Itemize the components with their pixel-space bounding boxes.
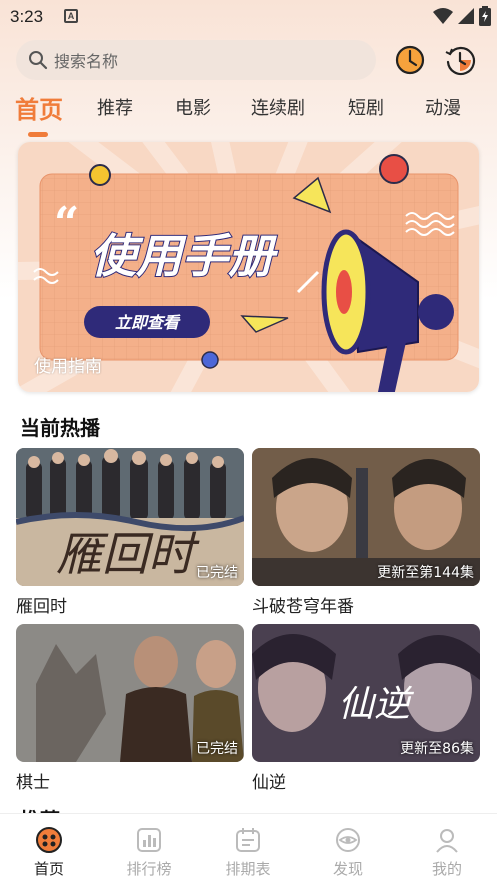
search-icon [29,51,48,70]
video-title: 棋士 [16,773,50,793]
discover-icon [336,828,360,852]
poster: 已完结 [16,624,244,762]
status-bar: 3:23 A [0,0,497,34]
poster-title-art: 仙逆 [338,684,415,725]
banner-caption: 使用指南 [34,357,102,377]
search-placeholder: 搜索名称 [54,52,119,71]
tab-home[interactable]: 首页 [15,90,63,125]
nav-label: 首页 [33,860,64,878]
download-history-icon[interactable] [394,44,426,76]
poster: 仙逆 更新至86集 [252,624,480,762]
tab-recommend[interactable]: 推荐 [97,94,133,120]
tab-anime[interactable]: 动漫 [425,94,461,120]
tab-movies[interactable]: 电影 [175,94,211,120]
banner-button-label[interactable]: 立即查看 [115,313,181,332]
notification-icon: A [64,9,78,23]
signal-icon [458,8,474,24]
video-card[interactable]: 更新至第144集 斗破苍穹年番 [252,448,480,617]
battery-icon [479,6,491,26]
poster-title-art: 雁回时 [56,527,200,581]
status-badge: 更新至第144集 [377,565,474,581]
nav-label: 发现 [332,860,363,878]
video-title: 雁回时 [16,597,67,617]
video-title: 仙逆 [252,773,286,793]
poster: 更新至第144集 [252,448,480,586]
nav-discover[interactable]: 发现 [308,826,388,879]
schedule-icon [236,828,260,852]
nav-home[interactable]: 首页 [9,826,89,879]
wifi-icon [433,8,453,24]
banner-user-guide[interactable]: “ 使用手册 立即查看 使用指南 [18,142,479,392]
video-card[interactable]: 仙逆 更新至86集 仙逆 [252,624,480,793]
profile-icon [436,829,458,853]
nav-label: 排行榜 [126,860,172,878]
banner-headline: 使用手册 [90,229,279,283]
section-title-hot: 当前热播 [20,416,100,440]
search-input[interactable]: 搜索名称 [16,40,376,80]
nav-ranking[interactable]: 排行榜 [109,826,189,879]
tab-indicator [28,132,48,137]
video-card[interactable]: 雁回时 已完结 雁回时 [16,448,244,617]
nav-schedule[interactable]: 排期表 [208,826,288,879]
ranking-icon [137,828,161,852]
status-icons [433,6,491,26]
status-time: 3:23 [10,7,44,26]
category-tabs: 首页 推荐 电影 连续剧 短剧 动漫 [0,90,497,137]
history-icon[interactable] [444,44,476,76]
status-badge: 已完结 [196,741,238,757]
status-badge: 更新至86集 [400,741,474,757]
video-card[interactable]: 已完结 棋士 [16,624,244,793]
poster: 雁回时 已完结 [16,448,244,586]
home-icon [36,827,62,853]
nav-label: 我的 [431,860,462,878]
video-title: 斗破苍穹年番 [252,597,354,617]
bottom-nav: 首页 排行榜 排期表 发现 我的 [0,813,497,883]
tab-short-drama[interactable]: 短剧 [348,94,384,120]
nav-profile[interactable]: 我的 [407,826,487,879]
banner-quote-mark: “ [54,198,79,249]
tab-series[interactable]: 连续剧 [251,94,305,120]
status-badge: 已完结 [196,565,238,581]
nav-label: 排期表 [225,860,271,878]
